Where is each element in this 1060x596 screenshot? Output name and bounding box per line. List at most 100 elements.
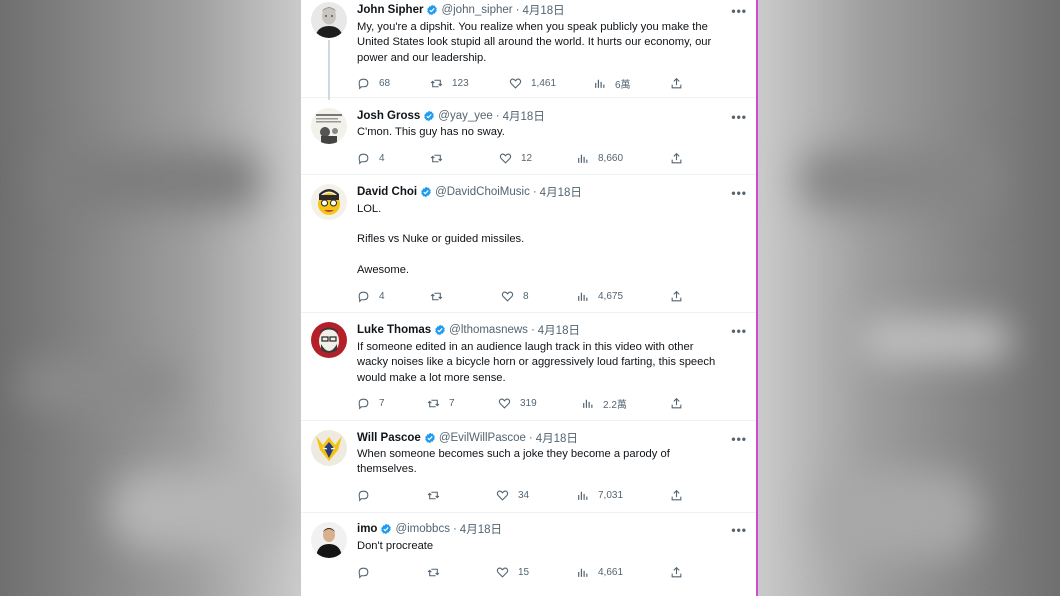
like-button[interactable]: 12	[499, 151, 532, 165]
like-count: 1,461	[531, 77, 557, 89]
tweet-actions: 34 7,031	[357, 488, 687, 502]
like-button[interactable]: 1,461	[509, 76, 556, 90]
views-button[interactable]: 2.2萬	[581, 396, 627, 411]
share-icon	[671, 77, 682, 88]
author-name[interactable]: John Sipher	[357, 4, 423, 16]
reply-button[interactable]	[357, 488, 370, 502]
author-handle[interactable]: @imobbcs	[395, 523, 450, 535]
verified-badge-icon	[381, 523, 392, 535]
more-horizontal-icon[interactable]: •••	[731, 111, 747, 123]
views-chart-icon	[595, 79, 605, 88]
retweet-button[interactable]	[427, 565, 440, 579]
share-button[interactable]	[670, 76, 683, 90]
views-chart-icon	[578, 491, 588, 500]
tweet-date[interactable]: 4月18日	[460, 521, 502, 537]
author-name[interactable]: Will Pascoe	[357, 432, 421, 444]
tweet-date[interactable]: 4月18日	[538, 322, 580, 338]
author-handle[interactable]: @john_sipher	[441, 4, 512, 16]
reply-button[interactable]: 4	[357, 151, 385, 165]
avatar[interactable]	[311, 522, 347, 558]
retweet-button[interactable]	[430, 151, 443, 165]
replies-timeline: John Sipher @john_sipher · 4月18日 ••• My,…	[301, 0, 757, 596]
like-button[interactable]: 15	[496, 565, 529, 579]
views-button[interactable]: 6萬	[593, 76, 631, 91]
views-button[interactable]: 4,675	[576, 289, 623, 303]
share-button[interactable]	[670, 565, 683, 579]
retweet-button[interactable]: 7	[427, 396, 455, 410]
author-handle[interactable]: @EvilWillPascoe	[439, 432, 526, 444]
retweet-button[interactable]: 123	[430, 76, 469, 90]
tweet-actions: 4 8 4,675	[357, 289, 687, 303]
tweet-text: When someone becomes such a joke they be…	[357, 448, 670, 476]
author-name[interactable]: imo	[357, 523, 377, 535]
tweet[interactable]: Josh Gross @yay_yee · 4月18日 ••• C'mon. T…	[301, 99, 757, 175]
tweet-actions: 7 7 319 2.2萬	[357, 396, 687, 411]
reply-button[interactable]: 7	[357, 396, 385, 410]
tweet-date[interactable]: 4月18日	[536, 430, 578, 446]
views-count: 4,675	[598, 290, 624, 302]
avatar[interactable]	[311, 430, 347, 466]
like-button[interactable]: 34	[496, 488, 529, 502]
views-button[interactable]: 8,660	[576, 151, 623, 165]
author-name[interactable]: Luke Thomas	[357, 324, 431, 336]
heart-icon	[499, 153, 512, 164]
panel-border	[756, 0, 758, 596]
retweet-button[interactable]	[427, 488, 440, 502]
share-icon	[671, 290, 682, 301]
tweet[interactable]: John Sipher @john_sipher · 4月18日 ••• My,…	[301, 0, 757, 100]
heart-icon	[496, 490, 509, 501]
author-handle[interactable]: @yay_yee	[438, 110, 493, 122]
avatar[interactable]	[311, 2, 347, 38]
tweet[interactable]: Luke Thomas @lthomasnews · 4月18日 ••• If …	[301, 314, 757, 421]
author-handle[interactable]: @lthomasnews	[449, 324, 528, 336]
retweet-count: 123	[452, 77, 469, 89]
reply-button[interactable]: 4	[357, 289, 385, 303]
tweet-actions: 4 12 8,660	[357, 151, 687, 165]
tweet-text: C'mon. This guy has no sway.	[357, 126, 505, 138]
like-count: 12	[521, 152, 533, 164]
retweet-button[interactable]	[430, 289, 443, 303]
retweet-count: 7	[449, 397, 455, 409]
avatar[interactable]	[311, 108, 347, 144]
like-count: 8	[523, 290, 529, 302]
verified-badge-icon	[425, 432, 435, 444]
reply-icon	[358, 153, 369, 165]
reply-count: 4	[379, 152, 385, 164]
more-horizontal-icon[interactable]: •••	[731, 325, 747, 337]
retweet-icon	[427, 491, 440, 499]
tweet[interactable]: Will Pascoe @EvilWillPascoe · 4月18日 ••• …	[301, 422, 757, 513]
reply-icon	[358, 490, 369, 502]
like-button[interactable]: 319	[498, 396, 537, 410]
like-button[interactable]: 8	[501, 289, 529, 303]
views-button[interactable]: 7,031	[576, 488, 623, 502]
author-name[interactable]: Josh Gross	[357, 110, 420, 122]
share-button[interactable]	[670, 396, 683, 410]
views-chart-icon	[583, 399, 593, 408]
retweet-icon	[427, 399, 440, 407]
share-button[interactable]	[670, 488, 683, 502]
tweet-actions: 68 123 1,461 6萬	[357, 76, 687, 91]
share-button[interactable]	[670, 151, 683, 165]
tweet-date[interactable]: 4月18日	[503, 108, 545, 124]
views-button[interactable]: 4,661	[576, 565, 623, 579]
more-horizontal-icon[interactable]: •••	[731, 187, 747, 199]
tweet-date[interactable]: 4月18日	[540, 184, 582, 200]
views-chart-icon	[578, 154, 588, 163]
tweet[interactable]: imo @imobbcs · 4月18日 ••• Don't procreate…	[301, 514, 757, 596]
more-horizontal-icon[interactable]: •••	[731, 5, 747, 17]
verified-badge-icon	[427, 4, 438, 16]
reply-button[interactable]	[357, 565, 370, 579]
author-name[interactable]: David Choi	[357, 186, 417, 198]
views-count: 4,661	[598, 566, 624, 578]
more-horizontal-icon[interactable]: •••	[731, 524, 747, 536]
tweet-date[interactable]: 4月18日	[522, 2, 564, 18]
views-count: 8,660	[598, 152, 624, 164]
share-button[interactable]	[670, 289, 683, 303]
share-icon	[671, 152, 682, 163]
avatar[interactable]	[311, 322, 347, 358]
more-horizontal-icon[interactable]: •••	[731, 433, 747, 445]
reply-button[interactable]: 68	[357, 76, 390, 90]
avatar[interactable]	[311, 184, 347, 220]
author-handle[interactable]: @DavidChoiMusic	[435, 186, 530, 198]
tweet[interactable]: David Choi @DavidChoiMusic · 4月18日 ••• L…	[301, 176, 757, 313]
